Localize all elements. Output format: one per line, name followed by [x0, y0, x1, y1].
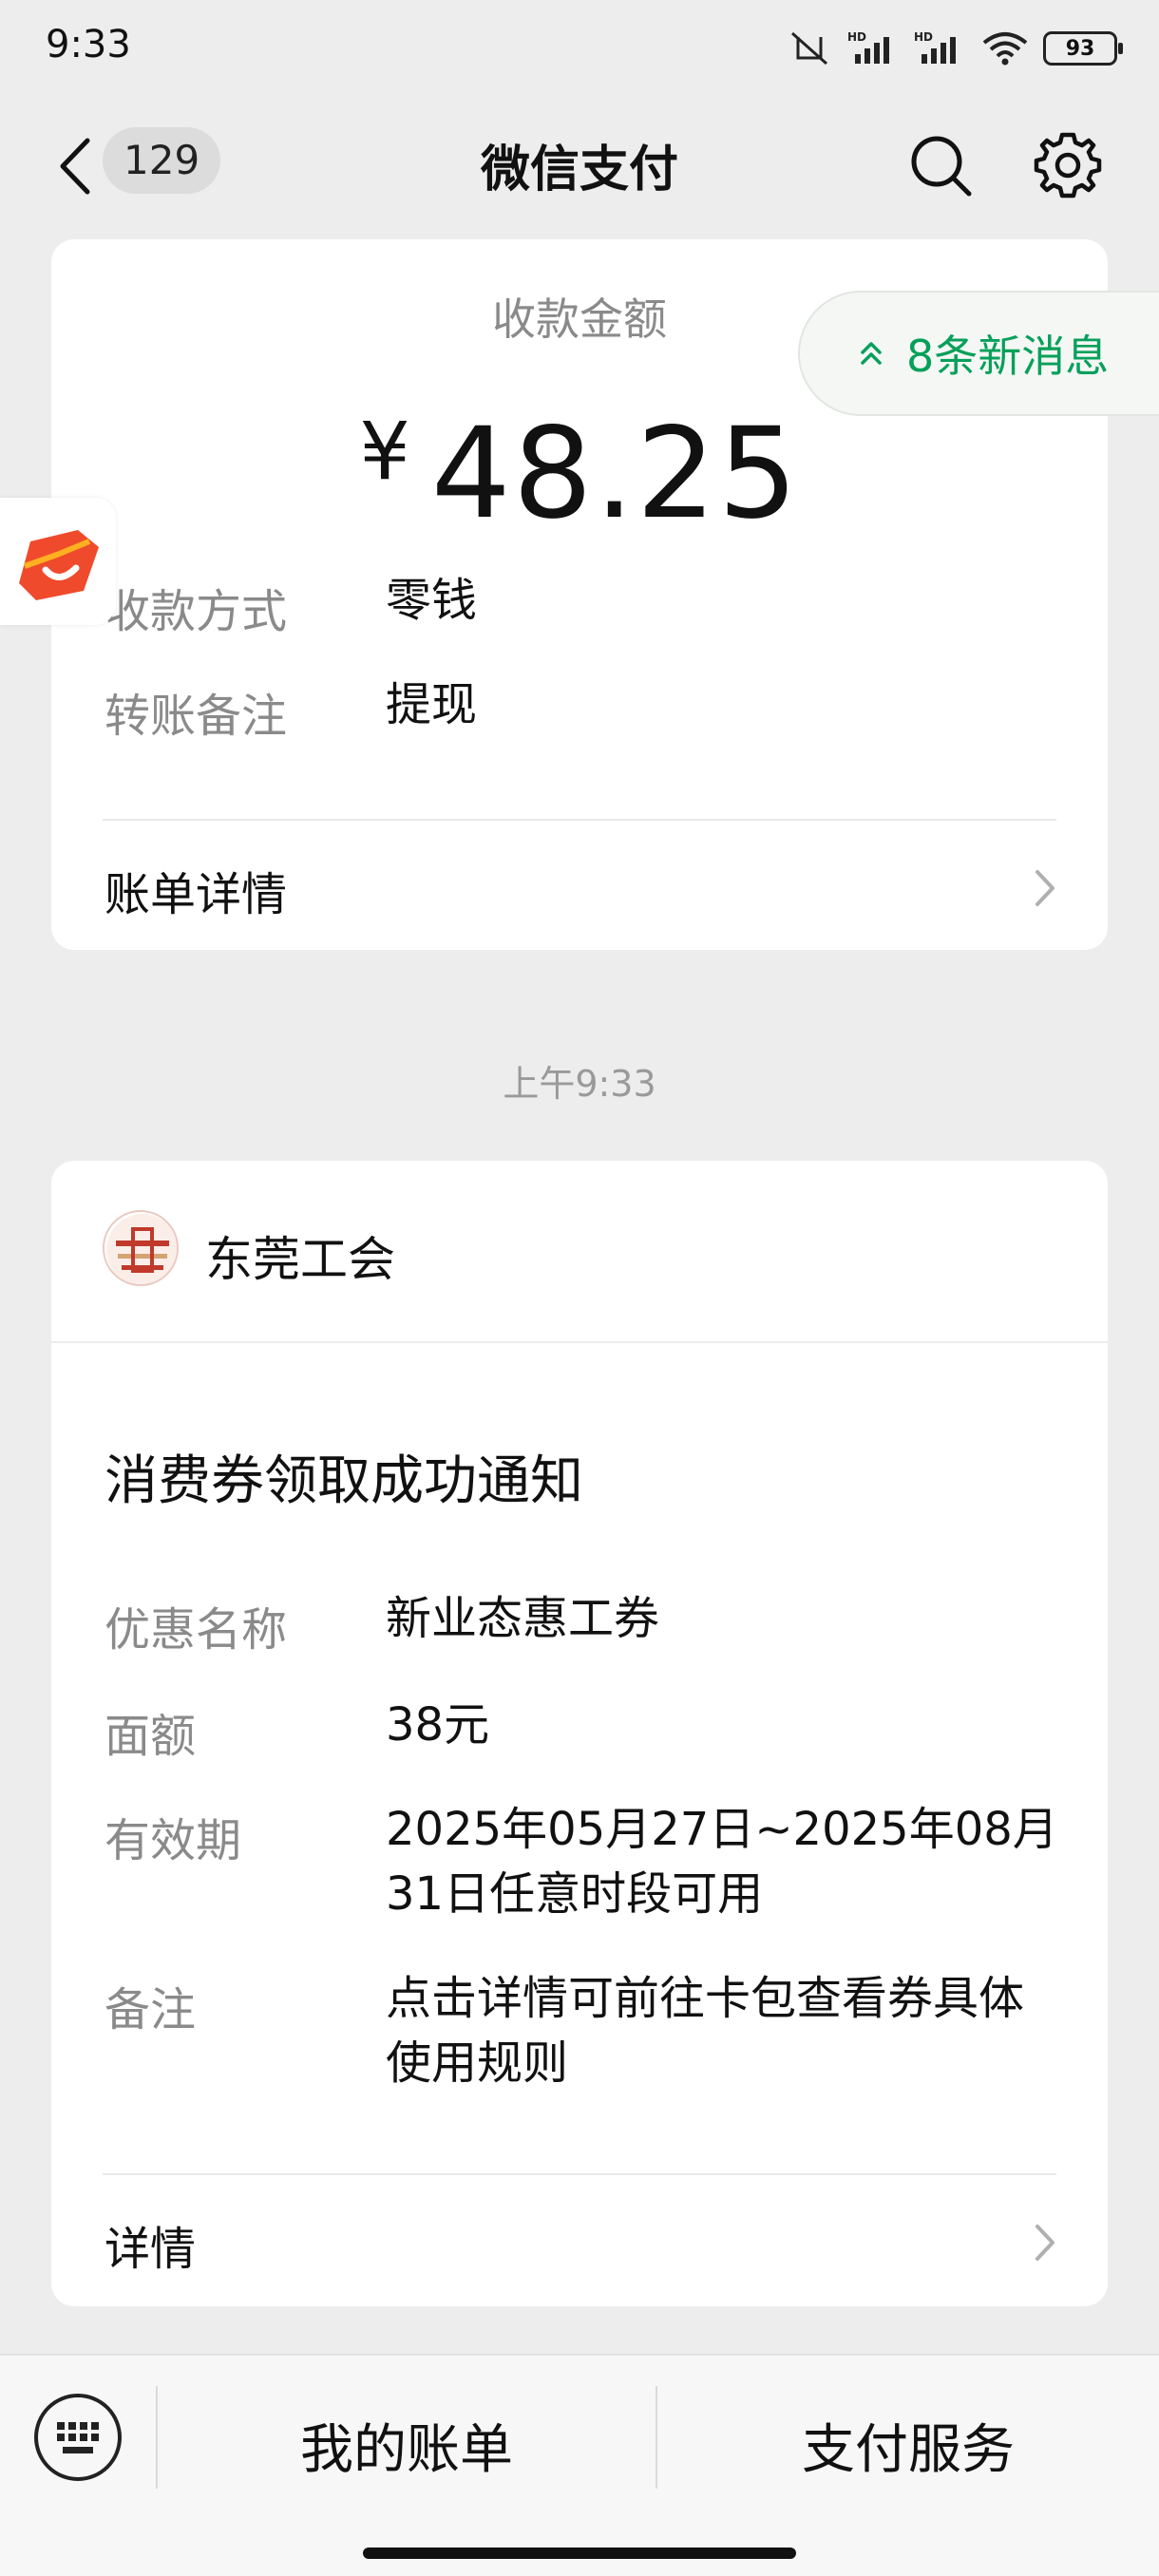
new-messages-button[interactable]: 8条新消息	[798, 291, 1159, 416]
mute-vibrate-icon	[791, 31, 827, 66]
org-logo	[103, 1210, 179, 1286]
payment-method-label: 收款方式	[104, 585, 288, 638]
details-link[interactable]: 详情	[104, 2211, 196, 2278]
top-nav-bar: 129 微信支付	[0, 95, 1159, 237]
signal-icon-1: HD	[847, 30, 889, 64]
payment-method-value: 零钱	[386, 574, 478, 627]
notice-title: 消费券领取成功通知	[104, 1450, 583, 1512]
divider	[103, 2173, 1056, 2175]
keyboard-icon	[57, 2422, 99, 2453]
svg-text:HD: HD	[847, 30, 866, 44]
wifi-icon	[982, 32, 1028, 66]
page-title: 微信支付	[480, 142, 678, 199]
bill-details-link[interactable]: 账单详情	[104, 857, 287, 923]
org-name[interactable]: 东莞工会	[205, 1222, 395, 1290]
divider	[51, 1341, 1108, 1343]
double-chevron-up-icon	[861, 342, 882, 365]
divider	[103, 819, 1056, 821]
coupon-notice-card: 东莞工会 消费券领取成功通知 优惠名称 新业态惠工券 面额 38元 有效期 20…	[51, 1161, 1108, 2306]
signal-icon-2: HD	[914, 30, 956, 64]
new-messages-label: 8条新消息	[906, 331, 1110, 382]
chevron-right-icon[interactable]	[1028, 864, 1062, 912]
coupon-name-value: 新业态惠工券	[386, 1592, 660, 1645]
chevron-right-icon[interactable]	[1028, 2219, 1062, 2266]
keyboard-toggle-button[interactable]	[34, 2394, 122, 2481]
face-value-value: 38元	[386, 1698, 490, 1752]
remark-value: 点击详情可前往卡包查看券具体使用规则	[386, 1972, 1025, 2090]
app-logo-icon	[19, 530, 99, 600]
bottom-menu-bar: 我的账单 支付服务	[0, 2354, 1159, 2576]
transfer-note-value: 提现	[386, 678, 478, 731]
amount-display: ¥48.25	[51, 401, 1108, 547]
amount-value: 48.25	[430, 401, 800, 547]
status-icons: HD HD 93	[785, 25, 1123, 72]
currency-symbol: ¥	[359, 405, 412, 498]
transfer-note-label: 转账备注	[104, 690, 288, 743]
status-time: 9:33	[46, 23, 131, 66]
coupon-name-label: 优惠名称	[104, 1603, 288, 1657]
search-icon[interactable]	[904, 129, 977, 201]
floating-app-icon[interactable]	[0, 498, 116, 625]
validity-label: 有效期	[104, 1814, 242, 1867]
payment-services-button[interactable]: 支付服务	[657, 2407, 1159, 2484]
message-timestamp: 上午9:33	[503, 1063, 656, 1105]
face-value-label: 面额	[104, 1710, 197, 1763]
svg-text:HD: HD	[914, 30, 933, 44]
gear-icon[interactable]	[1032, 129, 1104, 201]
union-logo-icon	[106, 1214, 177, 1284]
home-indicator[interactable]	[363, 2548, 796, 2559]
battery-indicator: 93	[1043, 31, 1123, 66]
remark-label: 备注	[104, 1983, 197, 2036]
validity-value: 2025年05月27日~2025年08月31日任意时段可用	[386, 1803, 1058, 1921]
my-bills-button[interactable]: 我的账单	[158, 2407, 656, 2484]
status-bar: 9:33 HD HD 93	[0, 0, 1159, 95]
